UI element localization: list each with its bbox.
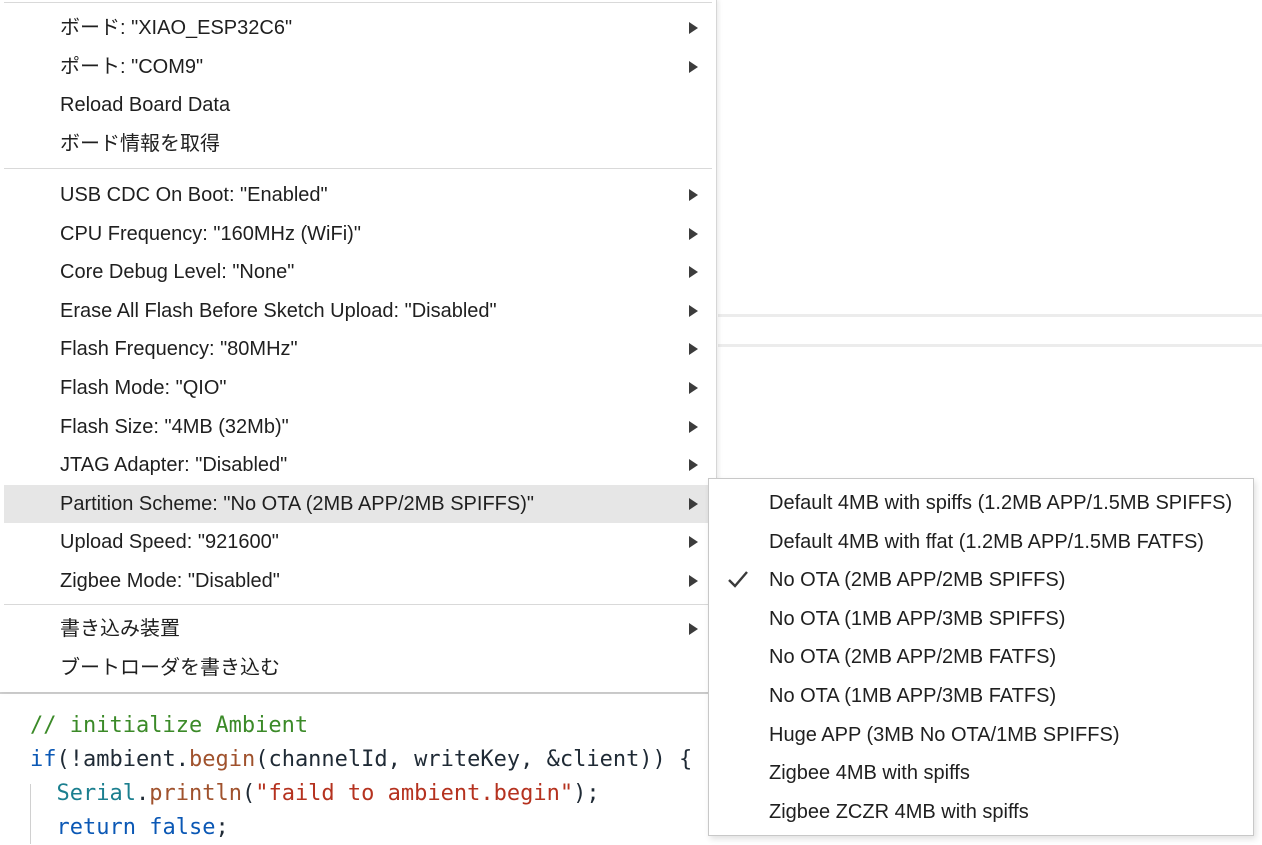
tools-menu: ボード: "XIAO_ESP32C6" ポート: "COM9" Reload Boa… [0,0,717,692]
menu-separator [4,604,712,605]
background-divider [718,344,1262,347]
code-token: ( [241,781,256,806]
code-token: "faild to ambient.begin" [255,781,574,806]
chevron-right-icon [689,421,698,433]
menu-item-label: Core Debug Level: "None" [60,261,295,283]
background-divider [718,314,1262,317]
partition-option[interactable]: Default 4MB with spiffs (1.2MB APP/1.5MB… [709,484,1253,522]
menu-separator [4,2,712,3]
code-token: begin [188,747,256,772]
menu-item-label: ボード情報を取得 [60,133,220,155]
menu-item[interactable]: Upload Speed: "921600" [4,523,712,561]
code-line: Serial.println("faild to ambient.begin")… [30,777,600,811]
partition-option[interactable]: No OTA (2MB APP/2MB FATFS) [709,638,1253,676]
code-token: return [56,815,136,840]
menu-item[interactable]: Zigbee Mode: "Disabled" [4,562,712,600]
code-token: ); [573,781,600,806]
menu-item-label: ブートローダを書き込む [60,657,280,679]
chevron-right-icon [689,228,698,240]
partition-option[interactable]: Zigbee 4MB with spiffs [709,754,1253,792]
partition-option[interactable]: No OTA (2MB APP/2MB SPIFFS) [709,561,1253,599]
chevron-right-icon [689,189,698,201]
menu-item[interactable]: USB CDC On Boot: "Enabled" [4,176,712,214]
menu-item[interactable]: ポート: "COM9" [4,48,712,86]
menu-item-label: ボード: "XIAO_ESP32C6" [60,17,293,39]
chevron-right-icon [689,61,698,73]
checkmark-icon [728,571,748,588]
chevron-right-icon [689,266,698,278]
partition-option-label: Huge APP (3MB No OTA/1MB SPIFFS) [769,724,1120,746]
partition-scheme-submenu: Default 4MB with spiffs (1.2MB APP/1.5MB… [708,478,1254,836]
menu-item-label: Upload Speed: "921600" [60,531,279,553]
code-token: // initialize Ambient [30,713,309,738]
menu-item[interactable]: Core Debug Level: "None" [4,253,712,291]
partition-option-label: Default 4MB with spiffs (1.2MB APP/1.5MB… [769,492,1233,514]
menu-item-label: Flash Size: "4MB (32Mb)" [60,416,289,438]
partition-option-label: No OTA (2MB APP/2MB SPIFFS) [769,569,1066,591]
menu-item[interactable]: Flash Size: "4MB (32Mb)" [4,408,712,446]
partition-option-label: Zigbee 4MB with spiffs [769,762,970,784]
menu-item[interactable]: Flash Mode: "QIO" [4,369,712,407]
menu-item[interactable]: CPU Frequency: "160MHz (WiFi)" [4,215,712,253]
menu-item[interactable]: Flash Frequency: "80MHz" [4,330,712,368]
code-editor[interactable]: // initialize Ambient if(!ambient.begin(c… [0,692,718,844]
code-line: if(!ambient.begin(channelId, writeKey, &… [30,743,692,777]
partition-option[interactable]: No OTA (1MB APP/3MB SPIFFS) [709,600,1253,638]
chevron-right-icon [689,22,698,34]
menu-separator [4,168,712,169]
code-token: println [149,781,242,806]
menu-item-label: ポート: "COM9" [60,56,204,78]
menu-item-label: 書き込み装置 [60,618,180,640]
code-token: (channelId, writeKey, &client)) { [255,747,693,772]
chevron-right-icon [689,623,698,635]
menu-item-label: Zigbee Mode: "Disabled" [60,570,280,592]
partition-option-label: Zigbee ZCZR 4MB with spiffs [769,801,1029,823]
menu-item-label: Partition Scheme: "No OTA (2MB APP/2MB S… [60,493,534,515]
code-token: . [135,781,150,806]
partition-option[interactable]: Zigbee ZCZR 4MB with spiffs [709,793,1253,831]
menu-item[interactable]: Erase All Flash Before Sketch Upload: "D… [4,292,712,330]
menu-item-label: Flash Mode: "QIO" [60,377,227,399]
menu-item[interactable]: Partition Scheme: "No OTA (2MB APP/2MB S… [4,485,712,523]
menu-item[interactable]: ブートローダを書き込む [4,649,712,687]
chevron-right-icon [689,343,698,355]
partition-option[interactable]: Huge APP (3MB No OTA/1MB SPIFFS) [709,716,1253,754]
partition-option-label: No OTA (1MB APP/3MB FATFS) [769,685,1057,707]
menu-item-label: Erase All Flash Before Sketch Upload: "D… [60,300,497,322]
code-token: Serial [56,781,136,806]
partition-option-label: No OTA (2MB APP/2MB FATFS) [769,646,1057,668]
menu-item-label: Flash Frequency: "80MHz" [60,338,298,360]
menu-item-label: JTAG Adapter: "Disabled" [60,454,288,476]
code-token: if [30,747,57,772]
code-line: return false; [30,811,229,845]
chevron-right-icon [689,575,698,587]
chevron-right-icon [689,305,698,317]
menu-item-label: Reload Board Data [60,94,231,116]
menu-item[interactable]: 書き込み装置 [4,610,712,648]
code-token: ; [215,815,229,840]
menu-item-label: CPU Frequency: "160MHz (WiFi)" [60,223,361,245]
menu-item-label: USB CDC On Boot: "Enabled" [60,184,328,206]
menu-item[interactable]: Reload Board Data [4,86,712,124]
partition-option[interactable]: Default 4MB with ffat (1.2MB APP/1.5MB F… [709,523,1253,561]
code-token: (! [56,747,84,772]
chevron-right-icon [689,536,698,548]
code-token: false [149,815,216,840]
menu-item[interactable]: JTAG Adapter: "Disabled" [4,446,712,484]
menu-item[interactable]: ボード情報を取得 [4,125,712,163]
partition-option-label: Default 4MB with ffat (1.2MB APP/1.5MB F… [769,531,1204,553]
chevron-right-icon [689,459,698,471]
partition-option-label: No OTA (1MB APP/3MB SPIFFS) [769,608,1066,630]
chevron-right-icon [689,498,698,510]
partition-option[interactable]: No OTA (1MB APP/3MB FATFS) [709,677,1253,715]
menu-item[interactable]: ボード: "XIAO_ESP32C6" [4,9,712,47]
chevron-right-icon [689,382,698,394]
code-token: ambient [83,747,176,772]
code-token: . [175,747,189,772]
code-line: // initialize Ambient [30,709,308,743]
